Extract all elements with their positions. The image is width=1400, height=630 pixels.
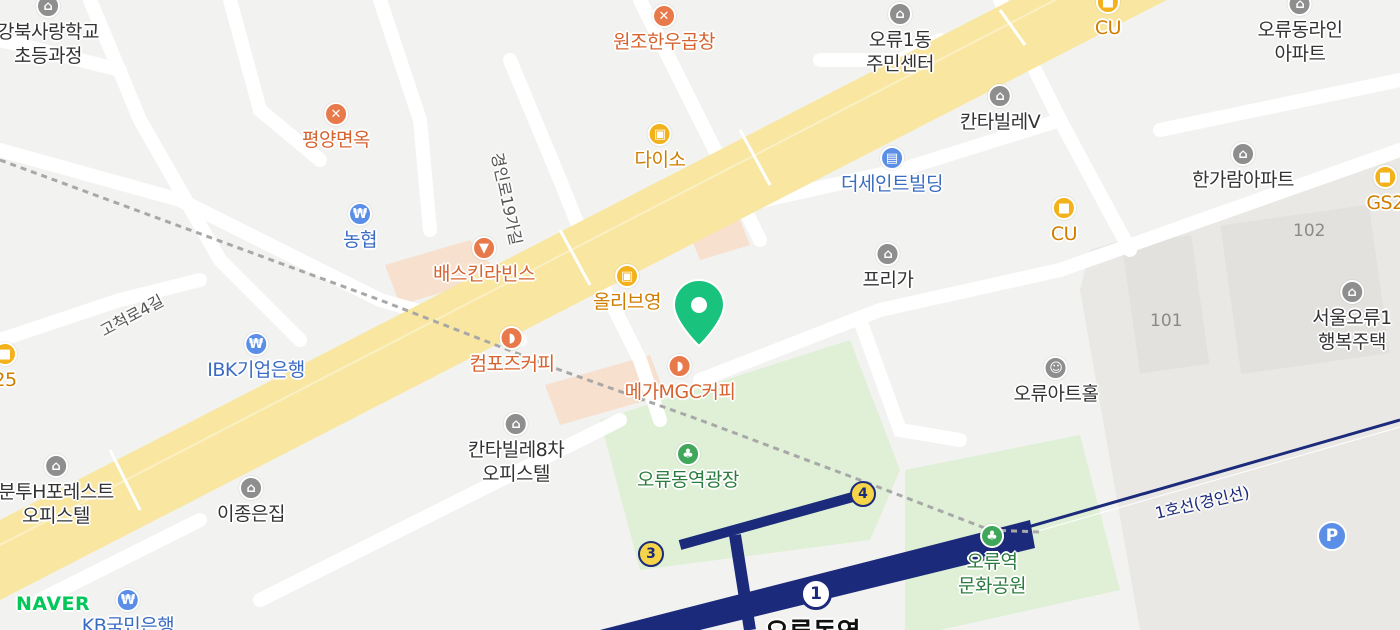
- poi-label: 평양면옥: [302, 129, 370, 151]
- poi-label: 더세인트빌딩: [841, 173, 943, 195]
- building-icon: ⌂: [887, 2, 912, 26]
- bank-icon: ₩: [348, 202, 372, 226]
- building-number-102: 102: [1293, 221, 1326, 241]
- poi-label: CU: [1050, 223, 1078, 245]
- naver-logo: NAVER: [16, 593, 91, 615]
- building-number-101: 101: [1150, 311, 1183, 331]
- convenience-store-icon: ■: [0, 342, 17, 366]
- poi-label: IBK기업은행: [207, 359, 305, 381]
- poi-label: 서울오류1 행복주택: [1312, 307, 1392, 353]
- ice-cream-icon: ▼: [471, 236, 496, 260]
- poi-label: 컴포즈커피: [469, 353, 555, 375]
- poi-label: 분투H포레스트 오피스텔: [0, 481, 114, 527]
- poi-label: 오류1동 주민센터: [866, 29, 934, 75]
- cafe-icon: ◗: [668, 354, 692, 378]
- poi-the-saint[interactable]: ▤ 더세인트빌딩: [841, 146, 943, 196]
- poi-label: 오류동라인 아파트: [1257, 19, 1343, 65]
- poi-kantavill-8[interactable]: ⌂ 칸타빌레8차 오피스텔: [468, 412, 565, 486]
- poi-gs25-left[interactable]: ■ 25: [0, 342, 17, 392]
- subway-exit-4[interactable]: 4: [850, 481, 876, 507]
- poi-label: 오류아트홀: [1013, 383, 1099, 405]
- poi-community[interactable]: ⌂ 오류1동 주민센터: [866, 2, 934, 76]
- poi-label: 이종은집: [217, 503, 285, 525]
- poi-cu1[interactable]: ■ CU: [1094, 0, 1122, 40]
- cafe-icon: ◗: [500, 326, 524, 350]
- poi-culture-park[interactable]: ♣ 오류역 문화공원: [958, 524, 1026, 598]
- poi-olive[interactable]: ▣ 올리브영: [593, 264, 661, 314]
- poi-plaza[interactable]: ♣ 오류동역광장: [637, 442, 739, 492]
- office-icon: ▤: [879, 146, 904, 170]
- poi-pyongyang[interactable]: ✕ 평양면옥: [302, 102, 370, 152]
- building-icon: ⌂: [987, 84, 1012, 108]
- convenience-store-icon: ■: [1096, 0, 1120, 14]
- poi-label: 칸타빌레8차 오피스텔: [467, 439, 565, 485]
- restaurant-icon: ✕: [323, 102, 348, 126]
- poi-arthall[interactable]: ☺ 오류아트홀: [1014, 356, 1099, 406]
- poi-kb[interactable]: ₩ KB국민은행: [81, 588, 175, 630]
- park-icon: ♣: [979, 524, 1004, 548]
- convenience-store-icon: ■: [1052, 196, 1076, 220]
- restaurant-icon: ✕: [651, 4, 676, 28]
- poi-label: 원조한우곱창: [613, 31, 715, 53]
- poi-school[interactable]: ⌂ 강북사랑학교 초등과정: [0, 0, 99, 68]
- poi-label: 25: [0, 369, 17, 391]
- poi-label: 오류동역광장: [637, 469, 739, 491]
- poi-prigah[interactable]: ⌂ 프리가: [863, 242, 914, 292]
- apartment-icon: ⌂: [1288, 0, 1312, 16]
- poi-label: 오류역 문화공원: [958, 551, 1026, 597]
- poi-label: 칸타빌레V: [959, 111, 1041, 133]
- poi-label: KB국민은행: [81, 615, 175, 630]
- poi-label: GS2: [1366, 192, 1400, 214]
- convenience-store-icon: ■: [1373, 165, 1397, 189]
- house-icon: ⌂: [238, 476, 263, 500]
- poi-label: 프리가: [862, 269, 914, 291]
- poi-oryu-line[interactable]: ⌂ 오류동라인 아파트: [1258, 0, 1343, 66]
- poi-nonghyup[interactable]: ₩ 농협: [343, 202, 377, 252]
- poi-wonjo[interactable]: ✕ 원조한우곱창: [613, 4, 715, 54]
- bank-icon: ₩: [115, 588, 140, 612]
- subway-station-badge[interactable]: 1: [800, 578, 832, 610]
- poi-label: 다이소: [634, 149, 686, 171]
- poi-cu2[interactable]: ■ CU: [1050, 196, 1078, 246]
- station-name[interactable]: 오류동역: [765, 612, 861, 630]
- poi-leejong[interactable]: ⌂ 이종은집: [217, 476, 285, 526]
- school-icon: ⌂: [35, 0, 60, 18]
- poi-label: 메가MGC커피: [624, 381, 736, 403]
- bank-icon: ₩: [244, 332, 268, 356]
- poi-compose[interactable]: ◗ 컴포즈커피: [470, 326, 555, 376]
- apartment-icon: ⌂: [1230, 142, 1255, 166]
- poi-label: 한가람아파트: [1192, 169, 1294, 191]
- park-icon: ♣: [675, 442, 700, 466]
- shopping-icon: ▣: [647, 122, 672, 146]
- location-pin-icon[interactable]: [672, 278, 726, 350]
- map-canvas[interactable]: ⌂ 강북사랑학교 초등과정 ✕ 원조한우곱창 ⌂ 오류1동 주민센터 ■ CU ⌂ 오류동라인 아…: [0, 0, 1400, 630]
- theater-icon: ☺: [1044, 356, 1068, 380]
- poi-label: 강북사랑학교 초등과정: [0, 21, 99, 67]
- poi-hangaram[interactable]: ⌂ 한가람아파트: [1192, 142, 1294, 192]
- poi-kantavill-v[interactable]: ⌂ 칸타빌레V: [959, 84, 1041, 134]
- parking-icon[interactable]: P: [1317, 521, 1347, 551]
- poi-label: 올리브영: [593, 291, 661, 313]
- poi-hforest[interactable]: ⌂ 분투H포레스트 오피스텔: [0, 454, 114, 528]
- poi-mega[interactable]: ◗ 메가MGC커피: [625, 354, 736, 404]
- poi-gs25[interactable]: ■ GS2: [1366, 165, 1400, 215]
- building-icon: ⌂: [875, 242, 900, 266]
- poi-seoul-oryu[interactable]: ⌂ 서울오류1 행복주택: [1312, 280, 1392, 354]
- poi-ibk[interactable]: ₩ IBK기업은행: [207, 332, 305, 382]
- poi-daiso[interactable]: ▣ 다이소: [635, 122, 686, 172]
- building-icon: ⌂: [504, 412, 528, 436]
- shopping-icon: ▣: [614, 264, 639, 288]
- poi-label: CU: [1094, 17, 1122, 39]
- subway-exit-3[interactable]: 3: [638, 541, 664, 567]
- apartment-icon: ⌂: [1339, 280, 1364, 304]
- poi-label: 배스킨라빈스: [433, 263, 535, 285]
- building-icon: ⌂: [43, 454, 68, 478]
- poi-label: 농협: [343, 229, 377, 251]
